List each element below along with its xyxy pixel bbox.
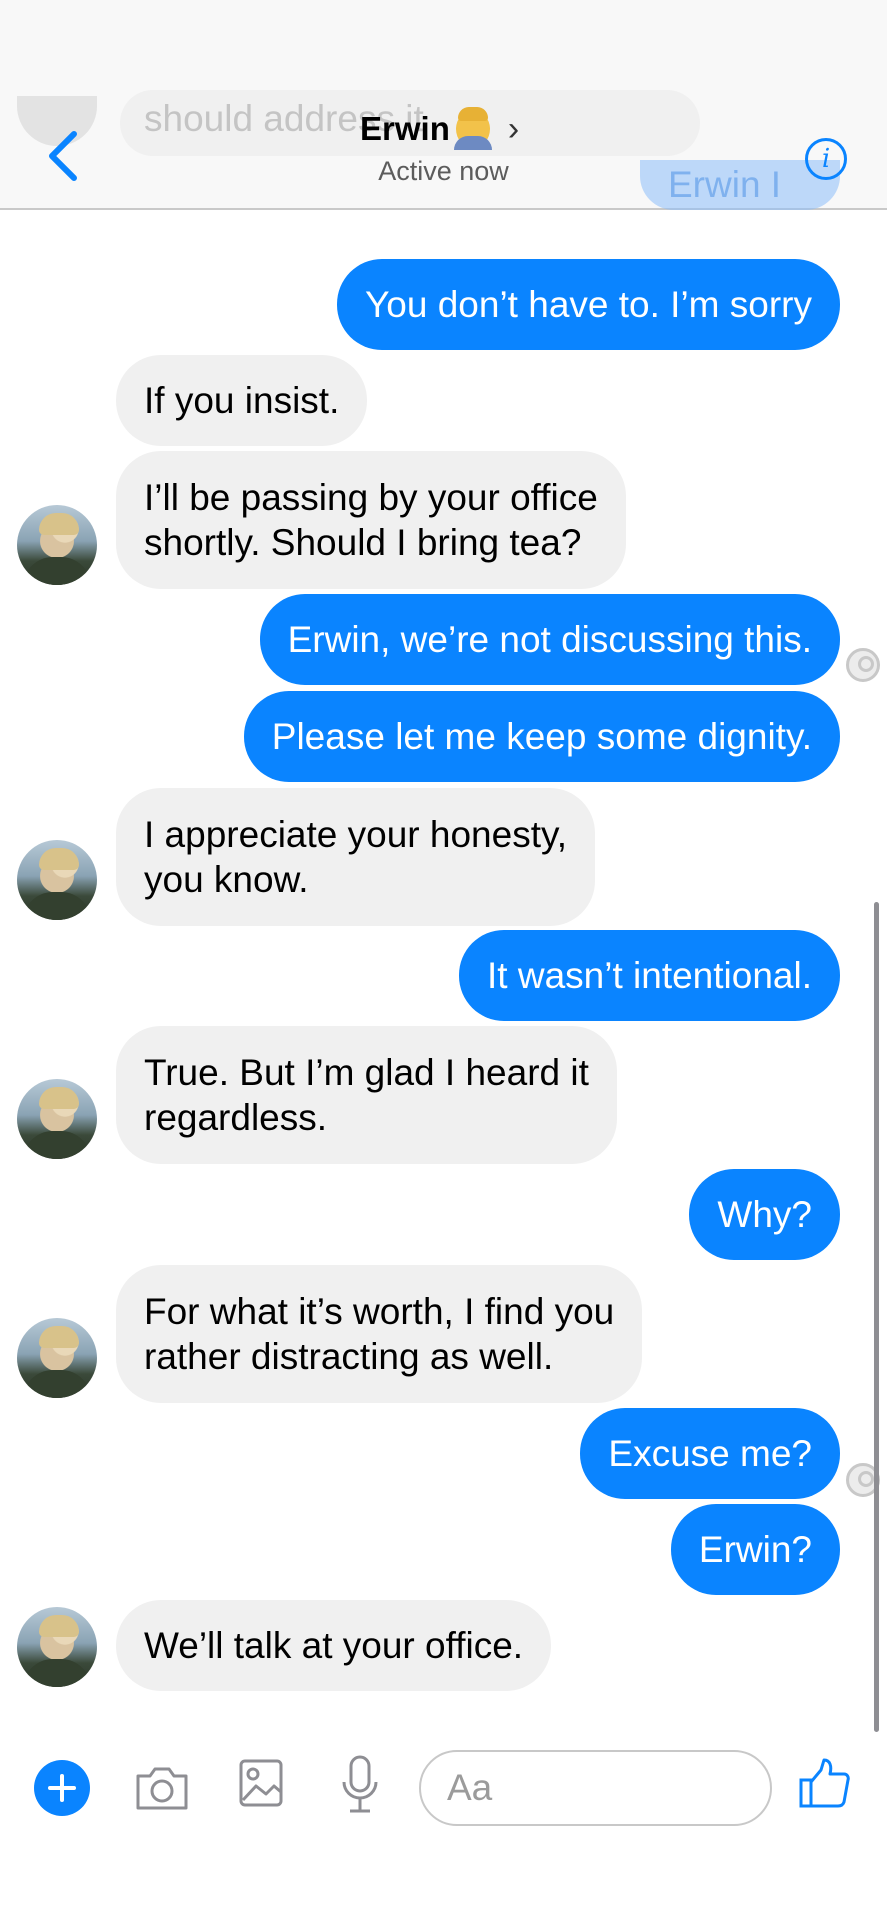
contact-avatar[interactable] [17, 505, 97, 585]
info-icon[interactable]: i [805, 138, 847, 180]
message-text-line: you know. [144, 859, 309, 900]
message-text: Excuse me? [608, 1433, 812, 1474]
contact-avatar[interactable] [17, 1079, 97, 1159]
active-status: Active now [378, 156, 509, 186]
camera-icon[interactable] [134, 1762, 190, 1812]
message-text: It wasn’t intentional. [487, 955, 812, 996]
microphone-icon[interactable] [340, 1754, 380, 1816]
contact-avatar[interactable] [17, 1318, 97, 1398]
message-bubble-incoming[interactable]: We’ll talk at your office. [116, 1600, 552, 1691]
read-receipt-avatar [846, 648, 880, 682]
message-text-line: I’ll be passing by your office [144, 477, 598, 518]
message-text: Erwin? [698, 1529, 812, 1570]
message-bubble-incoming[interactable]: I’ll be passing by your office shortly. … [116, 451, 626, 589]
message-text: Erwin, we’re not discussing this. [287, 619, 812, 660]
thumbs-up-icon[interactable] [798, 1756, 850, 1810]
message-text-line: True. But I’m glad I heard it [144, 1052, 589, 1093]
message-text-line: regardless. [144, 1097, 328, 1138]
message-bubble-outgoing[interactable]: Erwin? [670, 1504, 840, 1595]
message-text-line: I appreciate your honesty, [144, 814, 568, 855]
input-placeholder: Aa [447, 1767, 493, 1808]
message-text: If you insist. [144, 380, 340, 421]
message-bubble-outgoing[interactable]: It wasn’t intentional. [459, 930, 840, 1021]
scrollbar[interactable] [874, 902, 879, 1732]
image-icon[interactable] [238, 1758, 284, 1808]
message-text-line: rather distracting as well. [144, 1336, 554, 1377]
conversation-header: should address it Erwin I— Erwin › Activ… [0, 0, 887, 210]
message-bubble-incoming[interactable]: I appreciate your honesty, you know. [116, 788, 596, 926]
chevron-right-icon: › [507, 109, 520, 148]
contact-title-button[interactable]: Erwin › [360, 104, 519, 154]
message-text-line: shortly. Should I bring tea? [144, 522, 582, 563]
message-bubble-outgoing[interactable]: Please let me keep some dignity. [243, 691, 840, 782]
person-emoji-icon [453, 107, 492, 150]
contact-name: Erwin [360, 110, 450, 147]
conversation-view[interactable]: You don’t have to. I’m sorry If you insi… [0, 0, 887, 1920]
message-bubble-incoming[interactable]: For what it’s worth, I find you rather d… [116, 1265, 643, 1403]
message-bubble-incoming[interactable]: If you insist. [116, 355, 368, 446]
message-text: We’ll talk at your office. [144, 1625, 524, 1666]
message-text: Why? [717, 1194, 812, 1235]
message-composer: Aa [0, 1740, 887, 1840]
plus-icon[interactable] [34, 1760, 90, 1816]
message-bubble-outgoing[interactable]: Excuse me? [580, 1408, 840, 1499]
message-text: You don’t have to. I’m sorry [365, 284, 812, 325]
contact-avatar[interactable] [17, 1607, 97, 1687]
message-bubble-outgoing[interactable]: Why? [689, 1169, 840, 1260]
message-bubble-outgoing[interactable]: You don’t have to. I’m sorry [337, 259, 840, 350]
message-input[interactable]: Aa [419, 1750, 772, 1826]
contact-avatar[interactable] [17, 840, 97, 920]
message-text: Please let me keep some dignity. [271, 716, 812, 757]
message-text-line: For what it’s worth, I find you [144, 1291, 615, 1332]
message-bubble-incoming[interactable]: True. But I’m glad I heard it regardless… [116, 1026, 617, 1164]
message-bubble-outgoing[interactable]: Erwin, we’re not discussing this. [259, 594, 840, 685]
